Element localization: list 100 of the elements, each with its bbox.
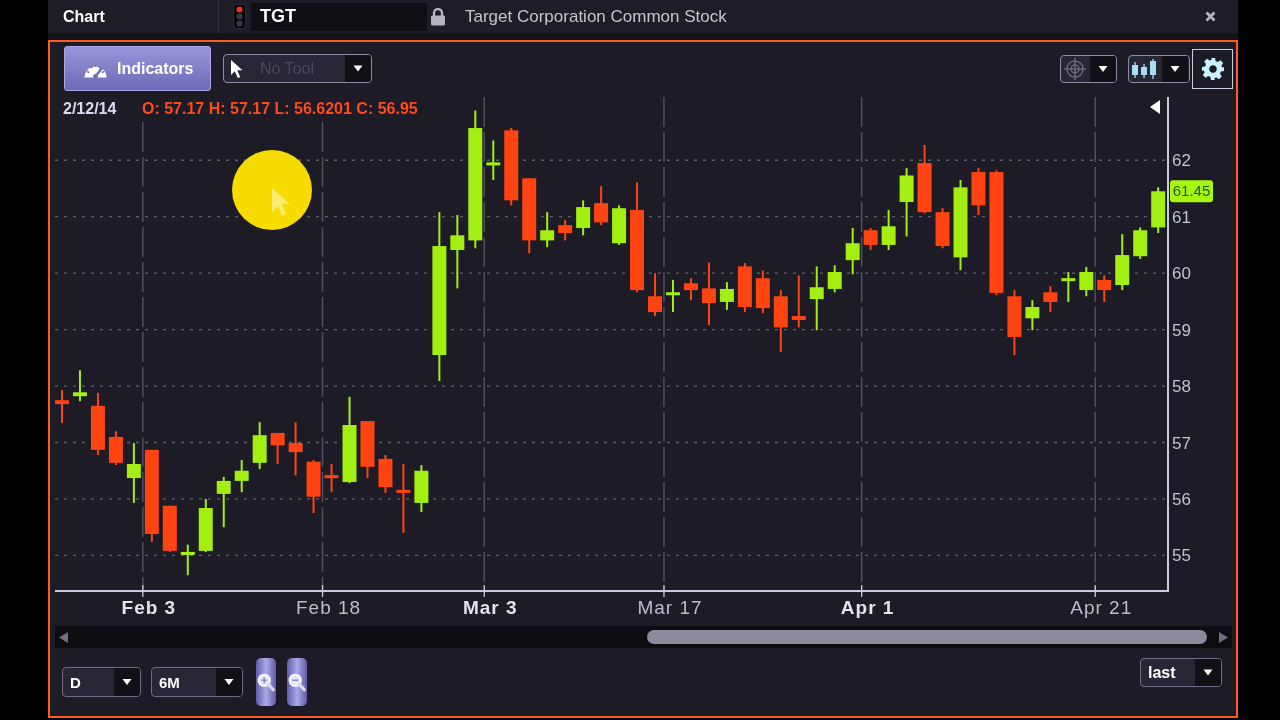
zoom-in-icon (257, 672, 275, 692)
candlestick (1097, 275, 1112, 302)
caret-icon (345, 55, 371, 82)
scrollbar-thumb[interactable] (647, 630, 1207, 644)
candlestick (1151, 187, 1166, 234)
cursor-highlight-icon (232, 150, 312, 230)
quote-date: 2/12/14 (63, 100, 117, 117)
security-name: Target Corporation Common Stock (465, 6, 727, 27)
candlestick (108, 431, 123, 466)
candlestick (558, 220, 573, 241)
candlestick (971, 168, 986, 215)
caret-icon (114, 668, 140, 696)
candlestick (1115, 234, 1130, 291)
candlestick (1043, 286, 1058, 313)
candlestick (252, 422, 267, 470)
chart-type-dropdown[interactable] (1128, 54, 1190, 83)
candlestick (306, 460, 321, 514)
candlestick (1025, 300, 1040, 331)
range-dropdown[interactable]: 6M (151, 667, 243, 697)
candlestick (612, 205, 627, 245)
price-field-dropdown[interactable]: last (1140, 658, 1222, 687)
price-axis-label: 55 (1172, 546, 1191, 566)
candlestick (486, 140, 501, 180)
lock-icon (430, 7, 446, 26)
price-axis-label: 58 (1172, 377, 1191, 397)
scroll-right-icon[interactable] (1219, 631, 1228, 643)
candlestick (791, 275, 806, 328)
left-arrow-icon[interactable] (1150, 100, 1160, 114)
candlestick (162, 505, 177, 553)
price-axis-label: 61 (1172, 207, 1191, 227)
date-axis-label: Feb 18 (295, 597, 362, 618)
candlestick (576, 200, 591, 236)
crosshair-dropdown[interactable] (1060, 54, 1117, 83)
caret-icon (1090, 55, 1116, 82)
candlestick (666, 279, 680, 313)
last-price-tag: 61.45 (1170, 180, 1213, 203)
candlestick (288, 422, 303, 476)
traffic-light-icon (233, 4, 246, 29)
candlestick (324, 463, 339, 493)
quote-values: O: 57.17 H: 57.17 L: 56.6201 C: 56.95 (142, 100, 418, 117)
candlestick (863, 228, 878, 250)
candlestick (90, 392, 105, 455)
price-axis-label: 62 (1172, 151, 1191, 171)
candlestick (55, 390, 69, 423)
candlestick (126, 443, 141, 503)
price-axis-label: 60 (1172, 264, 1191, 284)
date-axis-label: Mar 17 (637, 597, 703, 618)
candlestick (396, 463, 411, 533)
caret-icon (1162, 55, 1188, 82)
zoom-in-button[interactable] (256, 658, 276, 706)
settings-button[interactable] (1192, 48, 1233, 89)
candlestick (414, 465, 429, 512)
candlestick (378, 454, 393, 493)
candlestick (648, 273, 662, 317)
price-axis-label: 59 (1172, 320, 1191, 340)
date-axis-label: Apr 21 (1070, 597, 1133, 618)
window-title: Chart (63, 7, 105, 26)
candlestick (1061, 272, 1076, 302)
price-axis-label: 57 (1172, 433, 1191, 453)
candlestick (935, 208, 950, 249)
scrollbar[interactable] (55, 626, 1232, 648)
candlestick (845, 228, 860, 275)
candlestick (216, 476, 231, 528)
candlestick (701, 262, 716, 326)
candlestick (809, 266, 824, 331)
candlestick (72, 370, 87, 402)
zoom-out-button[interactable] (287, 658, 307, 706)
candlestick (899, 168, 914, 237)
caret-icon (1195, 659, 1221, 686)
date-axis-label: Mar 3 (462, 597, 518, 618)
candlestick (773, 290, 788, 353)
candlestick (881, 209, 896, 250)
candlestick (540, 212, 555, 248)
candlestick (719, 282, 734, 310)
date-axis-label: Feb 3 (121, 597, 177, 618)
date-axis-label: Apr 1 (840, 597, 895, 618)
symbol-field[interactable]: TGT (251, 2, 427, 31)
candlestick (917, 145, 932, 214)
settings-icon (1200, 56, 1225, 81)
interval-dropdown[interactable]: D (62, 667, 141, 697)
candlestick (755, 270, 770, 314)
candlestick (198, 499, 213, 553)
candlestick (360, 421, 375, 479)
candlestick (737, 263, 752, 313)
zoom-out-icon (288, 672, 306, 692)
candlestick (180, 544, 195, 576)
caret-icon (216, 668, 242, 696)
price-axis-label: 56 (1172, 489, 1191, 509)
scroll-left-icon[interactable] (59, 631, 68, 643)
candlestick (234, 460, 249, 493)
candlestick (594, 186, 609, 226)
candlestick (827, 265, 842, 293)
candlestick (270, 432, 285, 464)
candlestick (683, 278, 698, 301)
candlestick (1079, 266, 1094, 297)
candlestick (1007, 290, 1022, 355)
indicators-button[interactable]: Indicators (64, 46, 211, 91)
candlestick (1133, 227, 1148, 260)
candlestick-icon (1131, 57, 1159, 80)
close-icon[interactable] (1205, 11, 1216, 22)
